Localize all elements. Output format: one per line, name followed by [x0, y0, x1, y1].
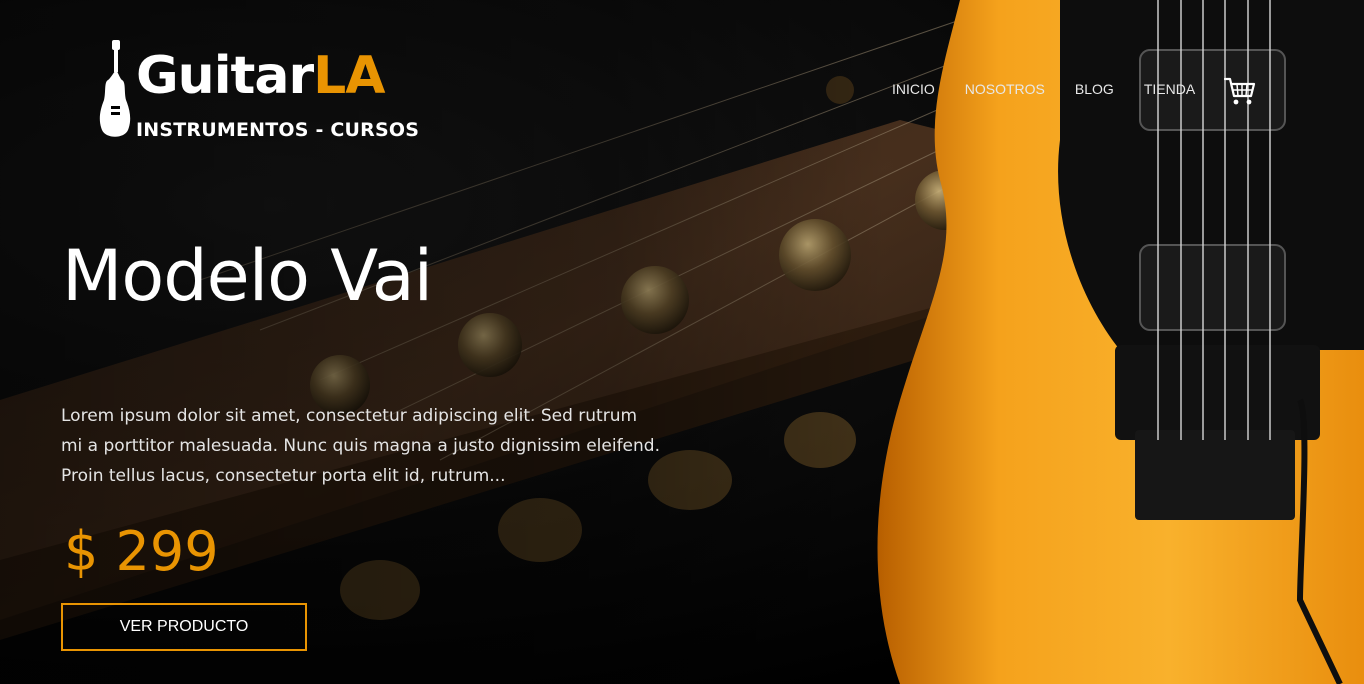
nav-item-blog[interactable]: BLOG	[1075, 80, 1114, 98]
product-title: Modelo Vai	[62, 235, 433, 317]
product-price: $ 299	[64, 520, 219, 583]
guitar-icon	[99, 40, 131, 137]
site-logo[interactable]: GuitarLA INSTRUMENTOS - CURSOS	[98, 40, 428, 144]
logo-tagline: INSTRUMENTOS - CURSOS	[136, 119, 420, 141]
product-description: Lorem ipsum dolor sit amet, consectetur …	[61, 406, 660, 486]
view-product-button[interactable]: VER PRODUCTO	[61, 603, 307, 651]
nav-item-tienda[interactable]: TIENDA	[1144, 80, 1195, 98]
logo-name-main: Guitar	[136, 46, 314, 106]
nav-item-inicio[interactable]: INICIO	[892, 80, 935, 98]
nav-item-nosotros[interactable]: NOSOTROS	[965, 80, 1045, 98]
cart-icon[interactable]	[1224, 76, 1256, 106]
hero-section: GuitarLA INSTRUMENTOS - CURSOS INICIO NO…	[0, 0, 1364, 684]
main-nav: INICIO NOSOTROS BLOG TIENDA	[892, 80, 1225, 98]
logo-name-accent: LA	[313, 46, 385, 106]
logo-name: GuitarLA	[136, 46, 386, 106]
